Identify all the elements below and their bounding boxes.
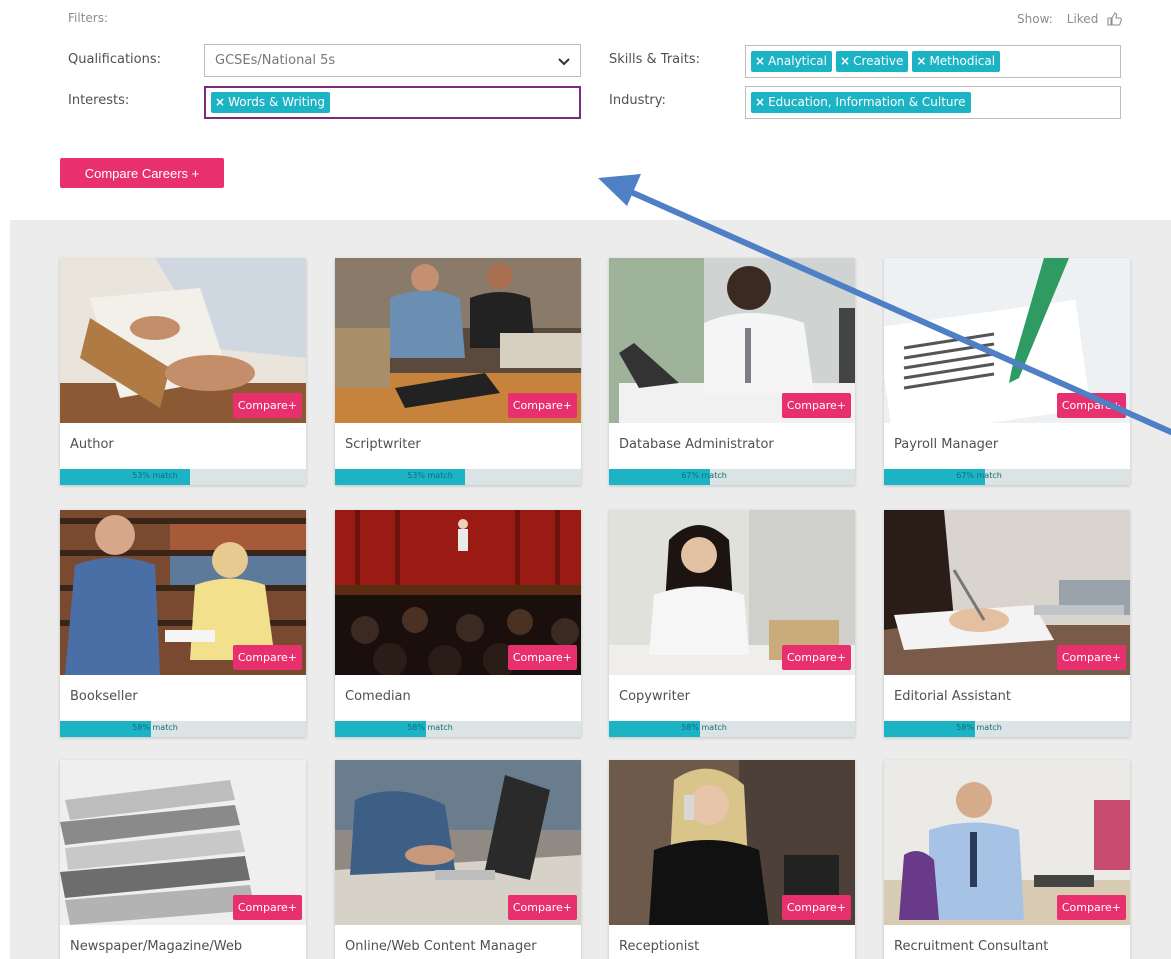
card-compare-button[interactable]: Compare+ (1056, 645, 1126, 670)
industry-label: Industry: (609, 93, 666, 108)
career-title: Online/Web Content Manager (345, 939, 537, 954)
remove-tag-icon[interactable]: × (215, 95, 225, 109)
career-title: Bookseller (70, 689, 138, 704)
career-card[interactable]: Compare+ Scriptwriter 53% match (335, 258, 581, 485)
career-card[interactable]: Compare+ Receptionist (609, 760, 855, 959)
match-text: 67% match (681, 471, 727, 480)
card-compare-button[interactable]: Compare+ (781, 895, 851, 920)
card-compare-button[interactable]: Compare+ (232, 895, 302, 920)
career-card[interactable]: Compare+ Online/Web Content Manager (335, 760, 581, 959)
skill-tag[interactable]: × Methodical (912, 51, 1001, 72)
show-label: Show: (1017, 12, 1053, 26)
career-card[interactable]: Compare+ Newspaper/Magazine/Web (60, 760, 306, 959)
career-card[interactable]: Compare+ Recruitment Consultant (884, 760, 1130, 959)
card-compare-button[interactable]: Compare+ (1056, 393, 1126, 418)
interests-label: Interests: (68, 93, 130, 108)
card-compare-button[interactable]: Compare+ (507, 645, 577, 670)
career-image: Compare+ (335, 510, 581, 675)
card-compare-button[interactable]: Compare+ (507, 895, 577, 920)
card-compare-button[interactable]: Compare+ (232, 645, 302, 670)
card-compare-button[interactable]: Compare+ (507, 393, 577, 418)
career-image: Compare+ (609, 258, 855, 423)
match-bar: 58% match (609, 721, 855, 737)
remove-tag-icon[interactable]: × (840, 54, 850, 68)
skill-tag[interactable]: × Creative (836, 51, 909, 72)
match-text: 53% match (132, 471, 178, 480)
card-compare-button[interactable]: Compare+ (232, 393, 302, 418)
career-card[interactable]: Compare+ Payroll Manager 67% match (884, 258, 1130, 485)
skills-label: Skills & Traits: (609, 52, 700, 67)
career-image: Compare+ (335, 258, 581, 423)
career-results-grid: Compare+ Author 53% match Compare+ Scrip… (10, 220, 1171, 959)
career-image: Compare+ (60, 510, 306, 675)
thumbs-up-icon[interactable] (1106, 11, 1123, 27)
remove-tag-icon[interactable]: × (755, 54, 765, 68)
career-title: Author (70, 437, 114, 452)
interests-input[interactable]: × Words & Writing (204, 86, 581, 119)
chevron-down-icon (558, 57, 570, 65)
career-image: Compare+ (884, 258, 1130, 423)
career-title: Database Administrator (619, 437, 774, 452)
match-text: 53% match (407, 471, 453, 480)
industry-tag[interactable]: × Education, Information & Culture (751, 92, 971, 113)
liked-label: Liked (1066, 12, 1099, 26)
match-bar: 53% match (60, 469, 306, 485)
career-title: Newspaper/Magazine/Web (70, 939, 243, 954)
interest-tag[interactable]: × Words & Writing (211, 92, 330, 113)
match-bar: 58% match (335, 721, 581, 737)
career-image: Compare+ (60, 258, 306, 423)
career-title: Comedian (345, 689, 411, 704)
industry-input[interactable]: × Education, Information & Culture (745, 86, 1121, 119)
compare-careers-button[interactable]: Compare Careers + (60, 158, 224, 188)
match-bar: 58% match (60, 721, 306, 737)
match-text: 67% match (956, 471, 1002, 480)
qualifications-select[interactable]: GCSEs/National 5s (204, 44, 581, 77)
card-compare-button[interactable]: Compare+ (1056, 895, 1126, 920)
remove-tag-icon[interactable]: × (755, 95, 765, 109)
match-bar: 53% match (335, 469, 581, 485)
card-compare-button[interactable]: Compare+ (781, 393, 851, 418)
skill-tag[interactable]: × Analytical (751, 51, 832, 72)
career-card[interactable]: Compare+ Database Administrator 67% matc… (609, 258, 855, 485)
filters-title: Filters: (68, 11, 109, 25)
career-title: Receptionist (619, 939, 700, 954)
show-liked-toggle[interactable]: Show: Liked (1017, 11, 1123, 27)
career-title: Recruitment Consultant (894, 939, 1049, 954)
career-image: Compare+ (335, 760, 581, 925)
career-title: Scriptwriter (345, 437, 421, 452)
career-card[interactable]: Compare+ Bookseller 58% match (60, 510, 306, 737)
match-bar: 67% match (609, 469, 855, 485)
career-card[interactable]: Compare+ Copywriter 58% match (609, 510, 855, 737)
career-title: Copywriter (619, 689, 691, 704)
match-text: 58% match (681, 723, 727, 732)
career-card[interactable]: Compare+ Comedian 58% match (335, 510, 581, 737)
card-compare-button[interactable]: Compare+ (781, 645, 851, 670)
career-image: Compare+ (60, 760, 306, 925)
match-text: 58% match (407, 723, 453, 732)
match-bar: 58% match (884, 721, 1130, 737)
career-card[interactable]: Compare+ Editorial Assistant 58% match (884, 510, 1130, 737)
career-image: Compare+ (609, 510, 855, 675)
qualifications-label: Qualifications: (68, 52, 162, 67)
skills-input[interactable]: × Analytical × Creative × Methodical (745, 45, 1121, 78)
career-card[interactable]: Compare+ Author 53% match (60, 258, 306, 485)
career-image: Compare+ (884, 760, 1130, 925)
career-image: Compare+ (609, 760, 855, 925)
match-text: 58% match (956, 723, 1002, 732)
career-title: Editorial Assistant (894, 689, 1012, 704)
match-text: 58% match (132, 723, 178, 732)
career-title: Payroll Manager (894, 437, 999, 452)
career-image: Compare+ (884, 510, 1130, 675)
remove-tag-icon[interactable]: × (916, 54, 926, 68)
match-bar: 67% match (884, 469, 1130, 485)
qualifications-value: GCSEs/National 5s (215, 53, 336, 68)
